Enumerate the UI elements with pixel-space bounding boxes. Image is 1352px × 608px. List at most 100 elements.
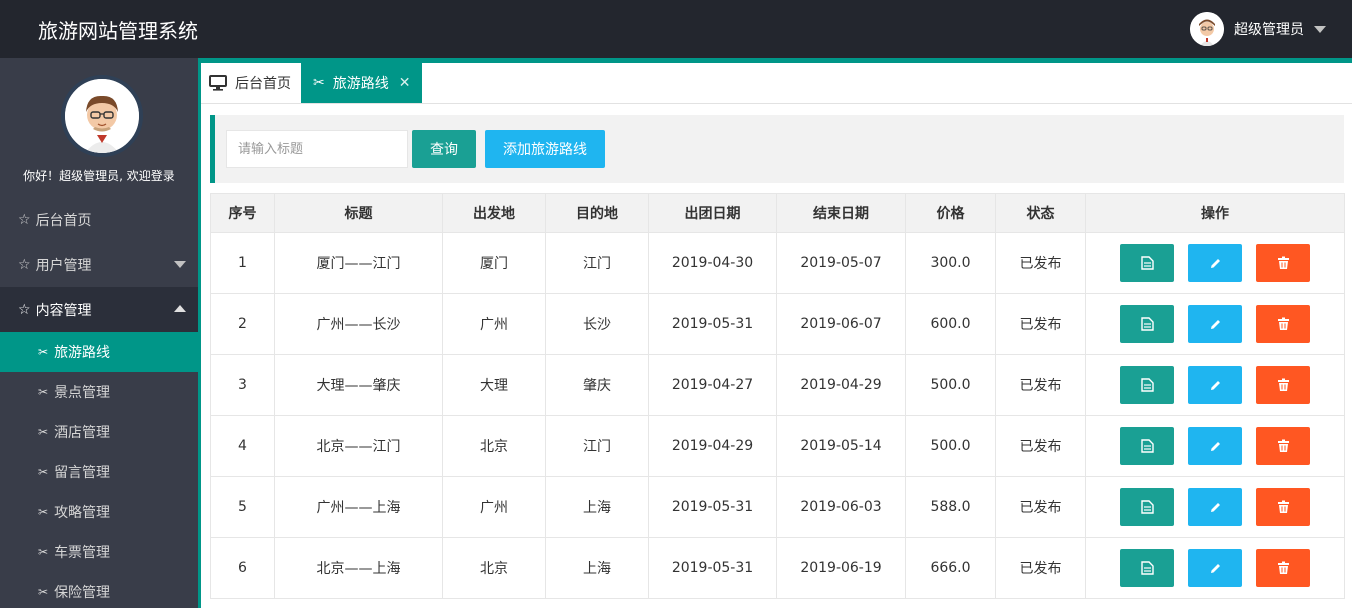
sidebar: 你好！超级管理员, 欢迎登录 ☆ 后台首页 ☆ 用户管理 ☆ 内容管理 ✂ 旅游…	[0, 58, 198, 608]
column-header: 价格	[905, 193, 996, 233]
sidebar-subitem-label: 旅游路线	[54, 345, 111, 361]
delete-button[interactable]	[1256, 305, 1310, 343]
search-input[interactable]	[226, 130, 408, 168]
trash-icon	[1277, 256, 1289, 269]
start-date-cell: 2019-04-29	[648, 415, 777, 477]
table-header-row: 序号 标题 出发地 目的地 出团日期 结束日期 价格 状态 操作	[210, 193, 1345, 233]
sidebar-item-home[interactable]: ☆ 后台首页	[0, 197, 198, 242]
trash-icon	[1277, 500, 1289, 513]
avatar[interactable]	[1190, 12, 1224, 46]
sidebar-subitem-tickets[interactable]: ✂ 车票管理	[0, 532, 198, 572]
actions-cell	[1085, 293, 1345, 355]
edit-button[interactable]	[1188, 488, 1242, 526]
chevron-down-icon	[174, 261, 186, 268]
view-button[interactable]	[1120, 366, 1174, 404]
sidebar-subitem-insurance[interactable]: ✂ 保险管理	[0, 572, 198, 608]
profile-avatar-icon	[65, 79, 139, 153]
delete-button[interactable]	[1256, 366, 1310, 404]
main-content: 后台首页 ✂ 旅游路线 ✕ 查询 添加旅游路线 序号 标题 出发地 目的地 出团…	[198, 63, 1352, 608]
sidebar-item-label: 内容管理	[35, 302, 92, 319]
destination-cell: 江门	[545, 415, 649, 477]
view-button[interactable]	[1120, 305, 1174, 343]
monitor-icon	[209, 75, 227, 91]
sidebar-subitem-routes[interactable]: ✂ 旅游路线	[0, 332, 198, 372]
document-icon	[1140, 561, 1154, 575]
pencil-icon	[1210, 502, 1220, 512]
index-cell: 1	[210, 232, 275, 294]
edit-button[interactable]	[1188, 244, 1242, 282]
view-button[interactable]	[1120, 244, 1174, 282]
view-button[interactable]	[1120, 427, 1174, 465]
pencil-icon	[1210, 441, 1220, 451]
edit-button[interactable]	[1188, 427, 1242, 465]
departure-cell: 北京	[442, 537, 546, 599]
status-cell: 已发布	[995, 232, 1086, 294]
edit-button[interactable]	[1188, 305, 1242, 343]
actions-cell	[1085, 415, 1345, 477]
query-button[interactable]: 查询	[412, 130, 476, 168]
sidebar-subitem-hotels[interactable]: ✂ 酒店管理	[0, 412, 198, 452]
departure-cell: 广州	[442, 476, 546, 538]
actions-group	[1086, 549, 1344, 587]
routes-table: 序号 标题 出发地 目的地 出团日期 结束日期 价格 状态 操作 1 厦门——江门…	[210, 193, 1345, 599]
close-icon[interactable]: ✕	[399, 75, 411, 91]
table-row: 2 广州——长沙 广州 长沙 2019-05-31 2019-06-07 600.0 已发布	[210, 293, 1345, 355]
chevron-down-icon[interactable]	[1314, 25, 1326, 33]
user-menu[interactable]: 超级管理员	[1190, 12, 1326, 46]
sidebar-subitem-messages[interactable]: ✂ 留言管理	[0, 452, 198, 492]
sidebar-subitem-attractions[interactable]: ✂ 景点管理	[0, 372, 198, 412]
title-cell: 大理——肇庆	[274, 354, 443, 416]
edit-button[interactable]	[1188, 549, 1242, 587]
status-cell: 已发布	[995, 537, 1086, 599]
delete-button[interactable]	[1256, 427, 1310, 465]
start-date-cell: 2019-05-31	[648, 476, 777, 538]
user-name[interactable]: 超级管理员	[1234, 19, 1304, 39]
tab-routes[interactable]: ✂ 旅游路线 ✕	[301, 63, 422, 103]
end-date-cell: 2019-06-07	[776, 293, 906, 355]
star-icon: ☆	[18, 301, 31, 318]
column-header: 标题	[274, 193, 443, 233]
price-cell: 500.0	[905, 415, 996, 477]
sidebar-item-content[interactable]: ☆ 内容管理	[0, 287, 198, 332]
sidebar-subitem-guides[interactable]: ✂ 攻略管理	[0, 492, 198, 532]
column-header: 出团日期	[648, 193, 777, 233]
tab-label: 旅游路线	[332, 76, 389, 92]
title-cell: 北京——江门	[274, 415, 443, 477]
delete-button[interactable]	[1256, 488, 1310, 526]
actions-cell	[1085, 476, 1345, 538]
column-header: 序号	[210, 193, 275, 233]
table-row: 4 北京——江门 北京 江门 2019-04-29 2019-05-14 500.0 已发布	[210, 415, 1345, 477]
document-icon	[1140, 439, 1154, 453]
departure-cell: 广州	[442, 293, 546, 355]
add-route-button[interactable]: 添加旅游路线	[485, 130, 605, 168]
tab-home[interactable]: 后台首页	[209, 63, 291, 103]
actions-cell	[1085, 354, 1345, 416]
end-date-cell: 2019-04-29	[776, 354, 906, 416]
title-cell: 广州——上海	[274, 476, 443, 538]
top-header: 旅游网站管理系统 超级管理员	[0, 0, 1352, 58]
star-icon: ☆	[18, 256, 31, 273]
departure-cell: 北京	[442, 415, 546, 477]
destination-cell: 上海	[545, 476, 649, 538]
start-date-cell: 2019-05-31	[648, 537, 777, 599]
actions-cell	[1085, 537, 1345, 599]
delete-button[interactable]	[1256, 549, 1310, 587]
sidebar-item-label: 用户管理	[35, 257, 92, 274]
delete-button[interactable]	[1256, 244, 1310, 282]
column-header: 操作	[1085, 193, 1345, 233]
index-cell: 6	[210, 537, 275, 599]
edit-button[interactable]	[1188, 366, 1242, 404]
sidebar-item-users[interactable]: ☆ 用户管理	[0, 242, 198, 287]
index-cell: 3	[210, 354, 275, 416]
destination-cell: 肇庆	[545, 354, 649, 416]
trash-icon	[1277, 439, 1289, 452]
destination-cell: 江门	[545, 232, 649, 294]
document-icon	[1140, 378, 1154, 392]
actions-group	[1086, 244, 1344, 282]
sidebar-subitem-label: 景点管理	[54, 385, 111, 401]
document-icon	[1140, 317, 1154, 331]
view-button[interactable]	[1120, 549, 1174, 587]
price-cell: 666.0	[905, 537, 996, 599]
actions-group	[1086, 488, 1344, 526]
view-button[interactable]	[1120, 488, 1174, 526]
